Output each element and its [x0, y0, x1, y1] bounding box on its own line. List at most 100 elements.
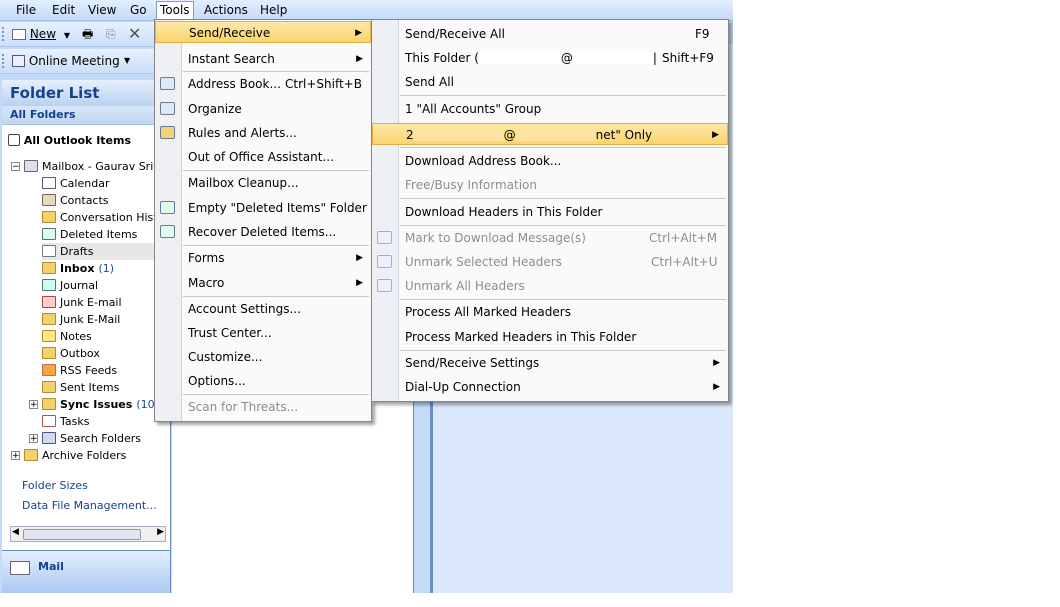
toolbar-grip[interactable] — [2, 54, 6, 68]
print-icon[interactable]: 🖶 — [82, 26, 93, 42]
redacted-text — [413, 129, 504, 141]
archive-label: Archive Folders — [42, 449, 127, 462]
folder-journal[interactable]: Journal — [42, 277, 98, 294]
move-icon[interactable]: ⎘ — [106, 26, 116, 42]
menu-item-label: Macro — [188, 276, 225, 290]
menu-edit[interactable]: Edit — [49, 2, 78, 18]
all-outlook-items[interactable]: All Outlook Items — [8, 134, 131, 147]
folder-sizes-link[interactable]: Folder Sizes — [22, 477, 157, 497]
menu-item-send-receive-settings[interactable]: Send/Receive Settings ▶ — [372, 352, 728, 374]
toolbar-grip[interactable] — [2, 27, 6, 41]
menu-item-this-folder[interactable]: This Folder (@ | Shift+F9 — [372, 47, 728, 69]
scroll-left-icon[interactable]: ◀ — [12, 527, 19, 537]
menu-item-options[interactable]: Options... — [155, 370, 371, 392]
folder-inbox[interactable]: Inbox (1) — [42, 260, 114, 277]
outlook-window: File Edit View Go Tools Actions Help New… — [0, 0, 733, 593]
menu-item-send-receive-all[interactable]: Send/Receive All F9 — [372, 23, 728, 45]
folder-rss-feeds[interactable]: RSS Feeds — [42, 362, 117, 379]
menu-item-process-marked-folder[interactable]: Process Marked Headers in This Folder — [372, 326, 728, 348]
mailbox-node[interactable]: Mailbox - Gaurav Sriv — [24, 158, 160, 175]
menu-actions[interactable]: Actions — [201, 2, 251, 18]
contacts-icon — [42, 194, 56, 206]
menu-item-forms[interactable]: Forms ▶ — [155, 247, 371, 269]
menu-item-label: Process Marked Headers in This Folder — [405, 330, 637, 344]
collapse-mailbox-icon[interactable]: − — [11, 162, 20, 172]
menu-item-process-all-marked[interactable]: Process All Marked Headers — [372, 301, 728, 323]
menu-help[interactable]: Help — [257, 2, 290, 18]
mail-icon — [10, 561, 30, 575]
folder-sent-items[interactable]: Sent Items — [42, 379, 119, 396]
menu-item-dial-up[interactable]: Dial-Up Connection ▶ — [372, 376, 728, 398]
junk-icon — [42, 296, 56, 308]
meeting-icon — [12, 55, 25, 67]
menu-item-account-only[interactable]: 2 @ net" Only ▶ — [372, 123, 728, 145]
mailbox-label: Mailbox - Gaurav Sriv — [42, 160, 160, 173]
menu-separator — [183, 71, 369, 72]
address-book-icon — [160, 77, 175, 90]
expand-search-folders-icon[interactable]: + — [29, 434, 38, 444]
archive-folders-node[interactable]: Archive Folders — [24, 447, 126, 464]
folder-deleted-items[interactable]: Deleted Items — [42, 226, 137, 243]
menu-item-organize[interactable]: Organize — [155, 98, 371, 120]
menu-item-all-accounts-group[interactable]: 1 "All Accounts" Group — [372, 98, 728, 120]
menu-item-trust-center[interactable]: Trust Center... — [155, 322, 371, 344]
folder-label: Search Folders — [60, 432, 142, 445]
folder-drafts[interactable]: Drafts — [42, 243, 170, 260]
folder-conversation-history[interactable]: Conversation Hist — [42, 209, 158, 226]
menu-item-shortcut: Ctrl+Alt+U — [651, 255, 718, 269]
mail-nav-button[interactable]: Mail — [2, 550, 170, 593]
new-button[interactable]: New ▼ — [12, 26, 70, 42]
standard-toolbar: New ▼ 🖶 ⎘ ✕ — [0, 22, 170, 47]
horizontal-scrollbar[interactable]: ◀ ▶ — [10, 526, 166, 542]
menu-file[interactable]: File — [13, 2, 39, 18]
scroll-thumb[interactable] — [23, 529, 141, 540]
folder-label: RSS Feeds — [60, 364, 118, 377]
menu-item-recover-deleted[interactable]: Recover Deleted Items... — [155, 221, 371, 243]
menu-tools[interactable]: Tools — [156, 1, 194, 20]
folder-tasks[interactable]: Tasks — [42, 413, 89, 430]
menu-separator — [400, 147, 726, 148]
folder-contacts[interactable]: Contacts — [42, 192, 109, 209]
delete-icon[interactable]: ✕ — [128, 26, 141, 42]
menu-item-download-address-book[interactable]: Download Address Book... — [372, 150, 728, 172]
menu-separator — [400, 198, 726, 199]
menu-item-label: Account Settings... — [188, 302, 301, 316]
folder-junk-email[interactable]: Junk E-mail — [42, 294, 122, 311]
menu-item-send-receive[interactable]: Send/Receive ▶ — [155, 21, 371, 43]
folder-outbox[interactable]: Outbox — [42, 345, 100, 362]
folder-junk-email-2[interactable]: Junk E-Mail — [42, 311, 120, 328]
menu-bar: File Edit View Go Tools Actions Help — [0, 0, 733, 21]
menu-item-download-headers[interactable]: Download Headers in This Folder — [372, 201, 728, 223]
scroll-right-icon[interactable]: ▶ — [157, 527, 164, 537]
menu-item-empty-deleted[interactable]: Empty "Deleted Items" Folder — [155, 197, 371, 219]
data-file-management-link[interactable]: Data File Management... — [22, 497, 157, 517]
folder-sync-issues[interactable]: Sync Issues (1062 — [42, 396, 169, 413]
menu-item-account-settings[interactable]: Account Settings... — [155, 298, 371, 320]
menu-item-rules-alerts[interactable]: Rules and Alerts... — [155, 122, 371, 144]
menu-item-macro[interactable]: Macro ▶ — [155, 272, 371, 294]
folder-label: Outbox — [60, 347, 100, 360]
menu-item-address-book[interactable]: Address Book... Ctrl+Shift+B — [155, 73, 371, 95]
folder-label: Journal — [60, 279, 99, 292]
folder-calendar[interactable]: Calendar — [42, 175, 109, 192]
menu-item-send-all[interactable]: Send All — [372, 71, 728, 93]
menu-item-label: 2 — [406, 128, 414, 142]
folder-search-folders[interactable]: Search Folders — [42, 430, 141, 447]
expand-sync-issues-icon[interactable]: + — [29, 400, 38, 410]
menu-item-out-of-office[interactable]: Out of Office Assistant... — [155, 146, 371, 168]
menu-item-mailbox-cleanup[interactable]: Mailbox Cleanup... — [155, 172, 371, 194]
folder-notes[interactable]: Notes — [42, 328, 92, 345]
menu-item-label: Unmark Selected Headers — [405, 255, 562, 269]
menu-item-label: Send All — [405, 75, 454, 89]
expand-archive-icon[interactable]: + — [11, 451, 20, 461]
menu-view[interactable]: View — [85, 2, 119, 18]
folder-label: Deleted Items — [60, 228, 138, 241]
tasks-icon — [42, 415, 56, 427]
online-meeting-button[interactable]: Online Meeting — [12, 53, 120, 69]
menu-item-customize[interactable]: Customize... — [155, 346, 371, 368]
toolbar-options-icon[interactable]: ▼ — [124, 53, 130, 69]
at-sign: @ — [503, 128, 516, 142]
menu-item-instant-search[interactable]: Instant Search ▶ — [155, 48, 371, 70]
search-icon — [8, 134, 20, 146]
menu-go[interactable]: Go — [127, 2, 150, 18]
